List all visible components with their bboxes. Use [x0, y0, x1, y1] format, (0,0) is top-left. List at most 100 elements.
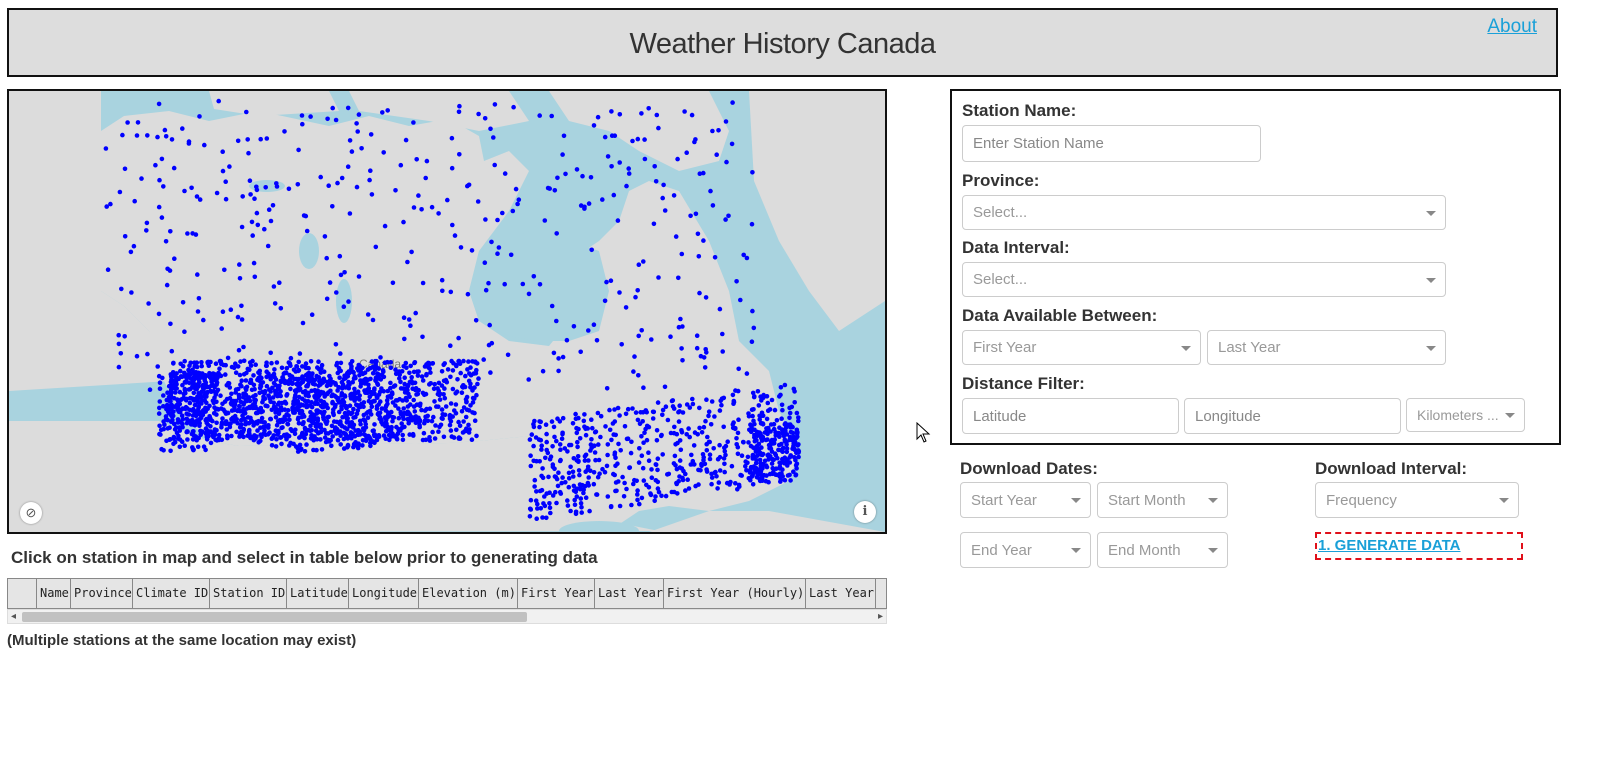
- station-marker[interactable]: [730, 392, 736, 398]
- station-marker[interactable]: [463, 414, 469, 420]
- station-marker[interactable]: [203, 417, 208, 423]
- station-marker[interactable]: [537, 488, 543, 494]
- station-marker[interactable]: [194, 360, 200, 366]
- station-marker[interactable]: [157, 380, 163, 386]
- station-marker[interactable]: [724, 159, 729, 165]
- station-marker[interactable]: [615, 461, 620, 467]
- station-marker[interactable]: [491, 135, 496, 140]
- station-marker[interactable]: [347, 369, 352, 375]
- station-marker[interactable]: [263, 403, 268, 409]
- station-marker[interactable]: [384, 417, 389, 422]
- station-marker[interactable]: [510, 208, 516, 214]
- station-marker[interactable]: [165, 417, 170, 423]
- station-marker[interactable]: [339, 175, 345, 181]
- station-marker[interactable]: [242, 411, 248, 416]
- station-marker[interactable]: [591, 322, 597, 327]
- station-marker[interactable]: [384, 421, 389, 427]
- station-marker[interactable]: [407, 418, 413, 423]
- station-marker[interactable]: [402, 375, 408, 381]
- station-marker[interactable]: [403, 137, 409, 143]
- station-marker[interactable]: [639, 434, 644, 439]
- station-marker[interactable]: [243, 392, 249, 398]
- station-marker[interactable]: [292, 410, 298, 415]
- station-marker[interactable]: [258, 405, 264, 411]
- station-marker[interactable]: [182, 443, 187, 449]
- station-marker[interactable]: [790, 424, 795, 430]
- station-marker[interactable]: [390, 280, 396, 286]
- station-marker[interactable]: [716, 128, 721, 133]
- station-marker[interactable]: [220, 168, 226, 174]
- station-marker[interactable]: [652, 164, 657, 169]
- station-marker[interactable]: [575, 439, 580, 445]
- station-marker[interactable]: [372, 387, 377, 393]
- station-marker[interactable]: [780, 446, 786, 451]
- station-marker[interactable]: [671, 430, 677, 436]
- station-marker[interactable]: [329, 443, 334, 449]
- station-marker[interactable]: [418, 401, 423, 407]
- station-marker[interactable]: [413, 387, 418, 393]
- station-marker[interactable]: [169, 137, 175, 142]
- station-marker[interactable]: [304, 383, 309, 389]
- station-marker[interactable]: [699, 461, 704, 467]
- station-marker[interactable]: [736, 482, 742, 488]
- map-canvas[interactable]: Canada: [9, 91, 885, 532]
- station-marker[interactable]: [234, 429, 239, 435]
- station-marker[interactable]: [734, 279, 739, 284]
- station-marker[interactable]: [561, 133, 567, 139]
- station-marker[interactable]: [604, 279, 609, 285]
- station-marker[interactable]: [596, 442, 601, 447]
- station-marker[interactable]: [448, 343, 453, 348]
- station-marker[interactable]: [363, 438, 369, 444]
- station-marker[interactable]: [219, 425, 224, 430]
- station-marker[interactable]: [611, 471, 616, 477]
- station-marker[interactable]: [676, 275, 681, 281]
- station-marker[interactable]: [178, 419, 183, 425]
- station-marker[interactable]: [568, 442, 574, 448]
- station-marker[interactable]: [465, 367, 470, 372]
- station-marker[interactable]: [297, 442, 303, 448]
- station-marker[interactable]: [756, 403, 762, 408]
- station-marker[interactable]: [195, 309, 201, 314]
- station-marker[interactable]: [405, 387, 410, 393]
- station-marker[interactable]: [184, 396, 189, 402]
- station-marker[interactable]: [306, 379, 312, 384]
- station-marker[interactable]: [769, 461, 775, 466]
- station-marker[interactable]: [603, 424, 608, 429]
- station-marker[interactable]: [738, 472, 743, 478]
- station-marker[interactable]: [665, 472, 670, 477]
- station-marker[interactable]: [440, 288, 445, 294]
- station-marker[interactable]: [220, 149, 225, 154]
- station-marker[interactable]: [400, 432, 406, 438]
- station-marker[interactable]: [681, 468, 686, 474]
- station-marker[interactable]: [229, 433, 234, 439]
- station-marker[interactable]: [649, 475, 655, 481]
- station-marker[interactable]: [695, 432, 700, 437]
- station-marker[interactable]: [427, 435, 432, 440]
- station-marker[interactable]: [171, 441, 176, 447]
- station-marker[interactable]: [247, 178, 253, 183]
- station-marker[interactable]: [609, 133, 615, 138]
- station-marker[interactable]: [195, 272, 200, 277]
- station-marker[interactable]: [680, 475, 685, 481]
- station-marker[interactable]: [213, 361, 219, 367]
- station-marker[interactable]: [159, 215, 165, 220]
- station-marker[interactable]: [516, 197, 522, 202]
- station-marker[interactable]: [749, 407, 755, 413]
- station-marker[interactable]: [129, 290, 134, 295]
- station-marker[interactable]: [600, 197, 605, 202]
- station-marker[interactable]: [682, 109, 687, 114]
- station-marker[interactable]: [609, 164, 614, 169]
- station-marker[interactable]: [243, 385, 248, 391]
- station-marker[interactable]: [791, 386, 797, 392]
- station-marker[interactable]: [735, 388, 741, 394]
- station-marker[interactable]: [549, 419, 555, 424]
- station-marker[interactable]: [190, 380, 195, 386]
- station-marker[interactable]: [739, 453, 745, 459]
- station-marker[interactable]: [436, 429, 441, 435]
- station-marker[interactable]: [205, 360, 211, 366]
- station-marker[interactable]: [560, 152, 565, 157]
- station-marker[interactable]: [420, 437, 426, 443]
- station-marker[interactable]: [589, 247, 594, 253]
- station-marker[interactable]: [449, 165, 455, 171]
- station-marker[interactable]: [401, 416, 406, 422]
